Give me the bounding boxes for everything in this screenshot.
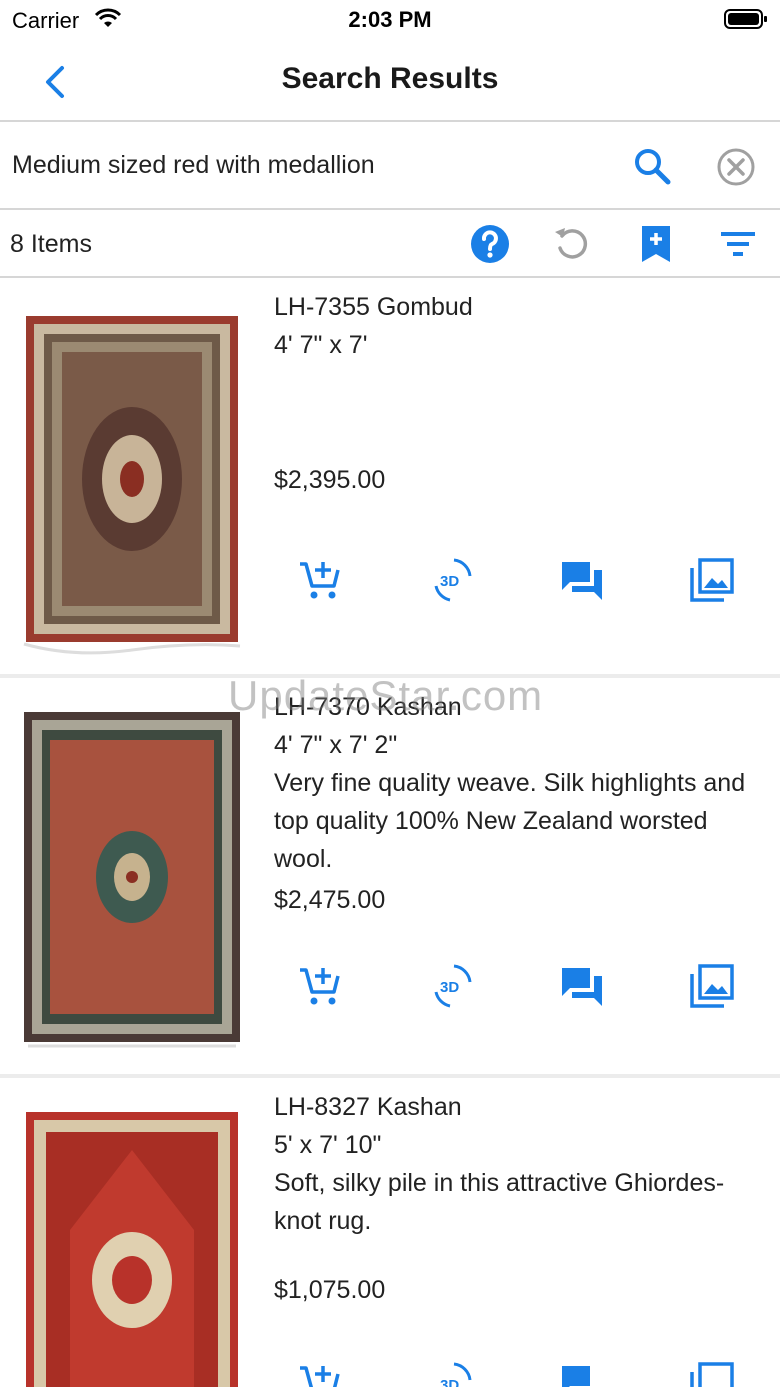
list-item[interactable]: LH-7370 Kashan 4' 7" x 7' 2" Very fine q…	[0, 678, 780, 1074]
chat-button[interactable]	[558, 556, 606, 604]
add-to-cart-button[interactable]	[296, 1360, 344, 1387]
gallery-icon	[690, 1362, 734, 1387]
item-description: Soft, silky pile in this attractive Ghio…	[274, 1169, 725, 1235]
list-item[interactable]: LH-8327 Kashan 5' x 7' 10" Soft, silky p…	[0, 1078, 780, 1387]
view-3d-icon: 3D	[440, 1362, 472, 1387]
svg-text:3D: 3D	[440, 1377, 459, 1387]
search-row: Medium sized red with medallion	[0, 122, 780, 210]
help-button[interactable]	[468, 222, 512, 266]
chat-icon	[562, 562, 602, 600]
battery-icon	[724, 8, 768, 35]
gallery-icon	[690, 964, 734, 1008]
clear-search-button[interactable]	[714, 145, 758, 189]
add-to-cart-icon	[300, 1366, 340, 1387]
view-3d-icon: 3D	[434, 558, 472, 602]
search-icon	[635, 149, 671, 185]
page-title: Search Results	[281, 62, 499, 95]
rug-image	[24, 712, 240, 1048]
item-description: Very fine quality weave. Silk highlights…	[274, 769, 746, 873]
item-size: 5' x 7' 10"	[274, 1131, 382, 1159]
add-to-cart-button[interactable]	[296, 556, 344, 604]
gallery-button[interactable]	[688, 556, 736, 604]
item-price: $2,395.00	[274, 466, 386, 494]
results-toolbar: 8 Items	[0, 210, 780, 278]
svg-text:3D: 3D	[440, 979, 459, 996]
status-bar: Carrier 2:03 PM	[0, 0, 780, 40]
gallery-button[interactable]	[688, 962, 736, 1010]
gallery-button[interactable]	[688, 1360, 736, 1387]
item-size: 4' 7" x 7'	[274, 331, 368, 359]
status-time: 2:03 PM	[348, 7, 432, 32]
list-item[interactable]: LH-7355 Gombud 4' 7" x 7' $2,395.00 3D	[0, 278, 780, 678]
view-3d-icon: 3D	[434, 964, 472, 1008]
add-to-cart-button[interactable]	[296, 962, 344, 1010]
chat-button[interactable]	[558, 1360, 606, 1387]
refresh-icon	[555, 228, 588, 259]
view-3d-button[interactable]: 3D	[428, 1360, 476, 1387]
refresh-button[interactable]	[550, 222, 594, 266]
search-button[interactable]	[630, 144, 674, 188]
chat-icon	[562, 1366, 590, 1387]
rug-image	[23, 316, 241, 655]
chat-icon	[562, 968, 602, 1006]
item-price: $2,475.00	[274, 886, 386, 914]
clear-icon	[717, 148, 755, 186]
add-to-cart-icon	[300, 968, 340, 1005]
search-input[interactable]: Medium sized red with medallion	[12, 151, 375, 180]
view-3d-button[interactable]: 3D	[428, 556, 476, 604]
help-icon	[471, 225, 509, 263]
item-size: 4' 7" x 7' 2"	[274, 731, 398, 759]
bookmark-add-icon	[642, 226, 670, 262]
item-name: LH-7355 Gombud	[274, 293, 473, 321]
filter-button[interactable]	[716, 222, 760, 266]
item-price: $1,075.00	[274, 1276, 386, 1304]
chat-button[interactable]	[558, 962, 606, 1010]
item-name: LH-8327 Kashan	[274, 1093, 462, 1121]
watermark: UpdateStar.com	[228, 672, 544, 719]
view-3d-button[interactable]: 3D	[428, 962, 476, 1010]
add-to-cart-icon	[300, 562, 340, 599]
bookmark-add-button[interactable]	[634, 222, 678, 266]
items-count-label: 8 Items	[10, 230, 92, 258]
rug-image	[26, 1112, 238, 1387]
gallery-icon	[690, 558, 734, 602]
filter-icon	[721, 232, 755, 256]
svg-text:3D: 3D	[440, 573, 459, 590]
navigation-bar: Search Results	[0, 40, 780, 122]
